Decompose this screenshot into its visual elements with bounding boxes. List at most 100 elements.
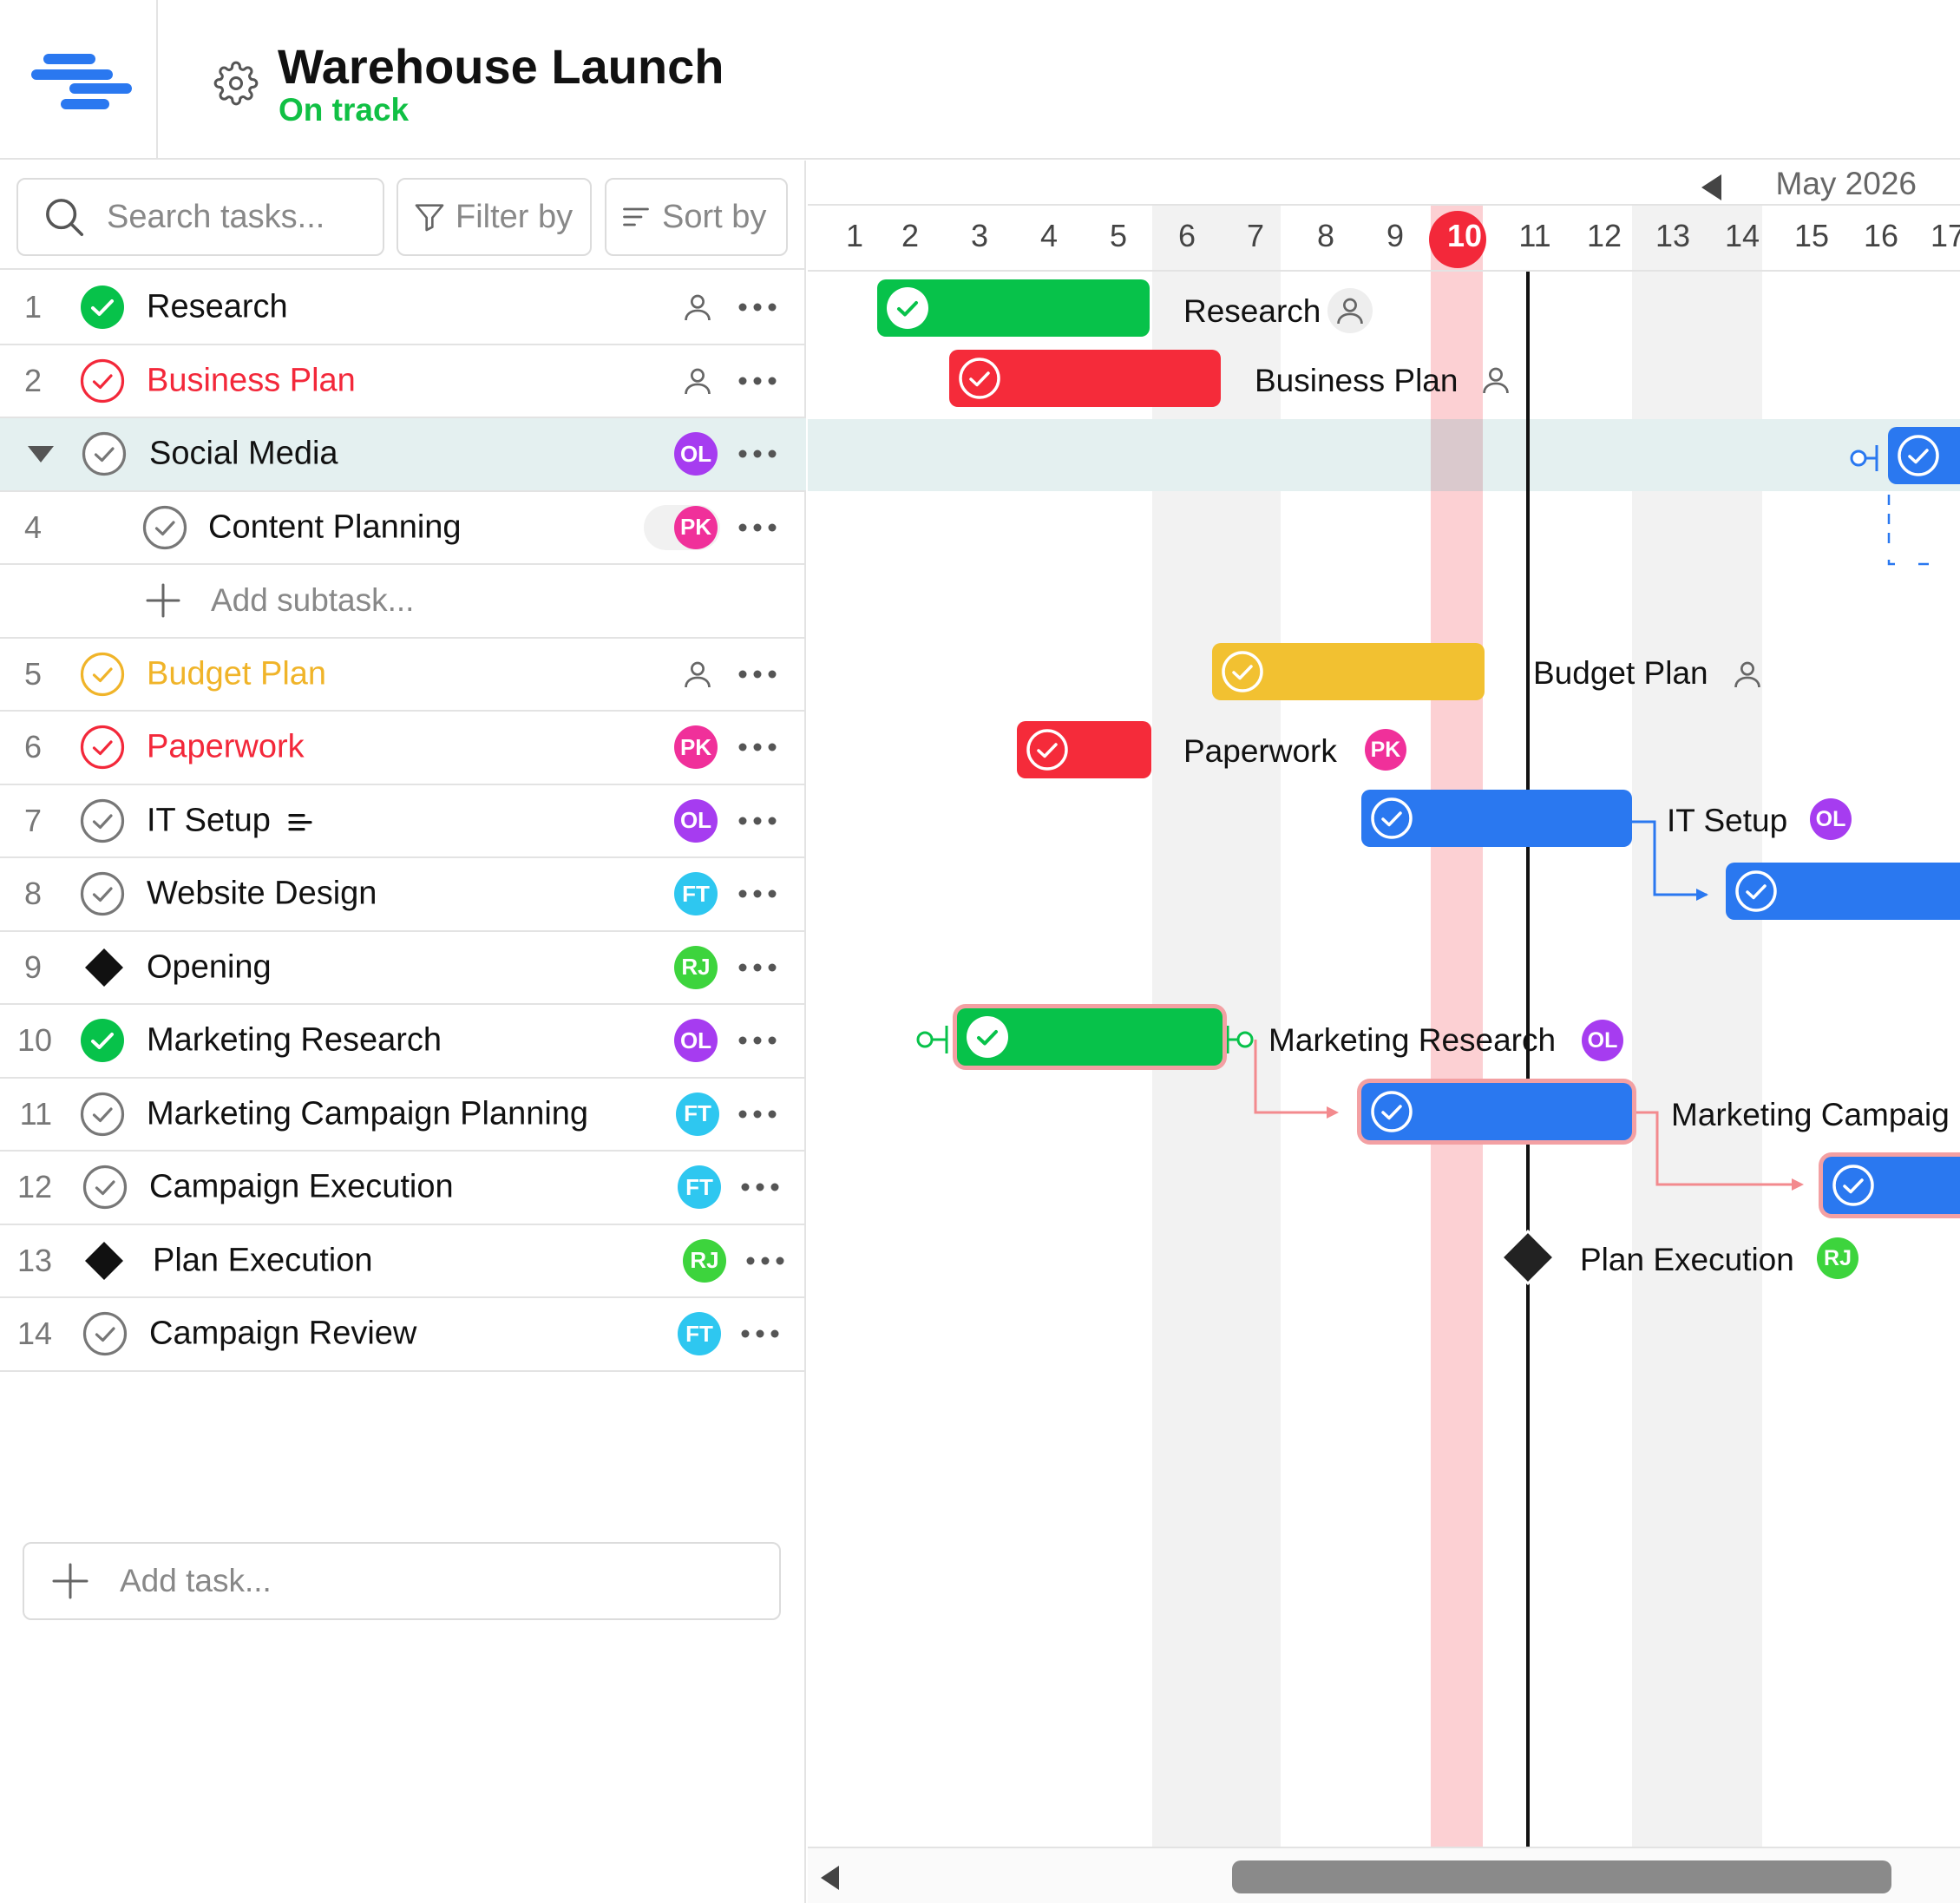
avatar[interactable]: RJ [1817,1237,1858,1279]
more-options-icon[interactable] [737,1035,777,1046]
task-row[interactable]: 14 Campaign Review FT [0,1298,806,1372]
avatar[interactable]: RJ [674,945,718,989]
add-subtask-row[interactable]: Add subtask... [0,565,806,639]
pending-check-icon[interactable] [82,1311,128,1356]
assign-person-icon[interactable] [1479,363,1512,397]
task-name[interactable]: Content Planning [208,509,462,546]
overdue-check-icon[interactable] [958,357,1001,400]
assign-person-icon[interactable] [681,657,714,692]
gantt-bar-website-design[interactable] [1726,863,1960,920]
overdue-check-icon[interactable] [80,358,125,404]
avatar[interactable]: FT [678,1312,721,1356]
task-row[interactable]: 7 IT Setup OL [0,785,806,858]
pending-check-icon[interactable] [1370,1090,1413,1133]
scroll-thumb[interactable] [1232,1860,1891,1893]
gantt-bar-paperwork[interactable] [1017,721,1151,778]
subtask-row[interactable]: 4 Content Planning PK [0,492,806,565]
drag-handle-dot[interactable] [1850,450,1867,467]
add-task-button[interactable]: Add task... [23,1542,781,1620]
avatar[interactable]: FT [678,1165,721,1210]
task-row[interactable]: 9 Opening RJ [0,932,806,1005]
task-name[interactable]: Opening [147,948,272,986]
task-row[interactable]: 13 Plan Execution RJ [0,1225,806,1298]
add-subtask-label[interactable]: Add subtask... [211,582,414,619]
task-name[interactable]: Marketing Research [147,1022,442,1060]
drag-handle-dot[interactable] [1236,1031,1254,1048]
task-name[interactable]: IT Setup [147,802,271,839]
more-options-icon[interactable] [737,522,777,533]
task-name[interactable]: Paperwork [147,729,305,766]
more-options-icon[interactable] [737,302,777,312]
more-options-icon[interactable] [737,449,777,459]
drag-handle-dot[interactable] [916,1031,934,1048]
task-name[interactable]: Social Media [149,436,338,473]
more-options-icon[interactable] [740,1182,780,1192]
task-row[interactable]: 11 Marketing Campaign Planning FT [0,1079,806,1152]
more-options-icon[interactable] [737,669,777,679]
task-name[interactable]: Research [147,289,288,326]
completed-check-icon[interactable] [886,286,929,330]
notes-icon[interactable] [288,811,312,834]
avatar[interactable]: RJ [683,1238,726,1283]
pending-check-icon[interactable] [80,1092,125,1137]
stacked-lines-logo[interactable] [31,50,132,113]
milestone-diamond-icon[interactable] [1498,1228,1557,1287]
gantt-bar-budget-plan[interactable] [1212,643,1485,700]
assign-person-icon[interactable] [1731,657,1764,692]
more-options-icon[interactable] [737,376,777,386]
task-row[interactable]: 12 Campaign Execution FT [0,1152,806,1225]
gantt-bar-campaign-execution[interactable] [1823,1157,1960,1214]
pending-check-icon[interactable] [142,505,187,550]
pending-check-icon[interactable] [80,798,125,843]
warning-check-icon[interactable] [80,652,125,697]
gantt-bar-research[interactable] [877,279,1150,337]
avatar[interactable]: OL [674,432,718,476]
pending-check-icon[interactable] [1897,434,1940,477]
assign-person-icon[interactable] [1334,293,1367,328]
more-options-icon[interactable] [737,1109,777,1119]
pending-check-icon[interactable] [80,871,125,916]
task-row[interactable]: 2 Business Plan [0,345,806,418]
horizontal-scrollbar[interactable] [808,1847,1960,1903]
task-name[interactable]: Business Plan [147,362,356,399]
overdue-check-icon[interactable] [1026,728,1069,771]
overdue-check-icon[interactable] [80,725,125,770]
more-options-icon[interactable] [740,1329,780,1339]
gantt-bar-social-media[interactable] [1888,427,1960,484]
task-name[interactable]: Plan Execution [153,1242,373,1279]
pending-check-icon[interactable] [82,431,127,476]
avatar[interactable]: PK [1365,729,1406,771]
avatar[interactable]: PK [674,725,718,770]
avatar[interactable]: OL [674,798,718,843]
gantt-bar-marketing-research[interactable] [957,1008,1223,1066]
more-options-icon[interactable] [737,742,777,752]
gantt-bar-business-plan[interactable] [949,350,1221,407]
pending-check-icon[interactable] [1832,1164,1875,1207]
completed-check-icon[interactable] [80,285,125,330]
completed-check-icon[interactable] [80,1018,125,1063]
avatar[interactable]: PK [674,505,718,549]
task-name[interactable]: Campaign Execution [149,1169,454,1206]
more-options-icon[interactable] [737,889,777,899]
more-options-icon[interactable] [745,1256,785,1266]
task-row[interactable]: 5 Budget Plan [0,639,806,712]
task-row[interactable]: 8 Website Design FT [0,858,806,932]
collapse-triangle-icon[interactable] [26,443,56,464]
task-name[interactable]: Campaign Review [149,1316,416,1353]
search-input[interactable]: Search tasks... [16,178,384,256]
task-name[interactable]: Marketing Campaign Planning [147,1095,588,1132]
avatar[interactable]: FT [676,1092,719,1136]
warning-check-icon[interactable] [1221,650,1264,693]
task-row[interactable]: 6 Paperwork PK [0,712,806,785]
gantt-bar-marketing-campaign-planning[interactable] [1361,1083,1632,1140]
task-name[interactable]: Budget Plan [147,655,326,692]
assign-person-icon[interactable] [681,290,714,325]
gear-icon[interactable] [213,61,259,106]
pending-check-icon[interactable] [82,1165,128,1210]
avatar[interactable]: FT [674,872,718,916]
task-row-group[interactable]: Social Media OL [0,418,806,492]
avatar[interactable]: OL [1810,798,1852,840]
milestone-diamond-icon[interactable] [82,945,127,990]
task-row[interactable]: 1 Research [0,272,806,345]
pending-check-icon[interactable] [1734,869,1778,913]
